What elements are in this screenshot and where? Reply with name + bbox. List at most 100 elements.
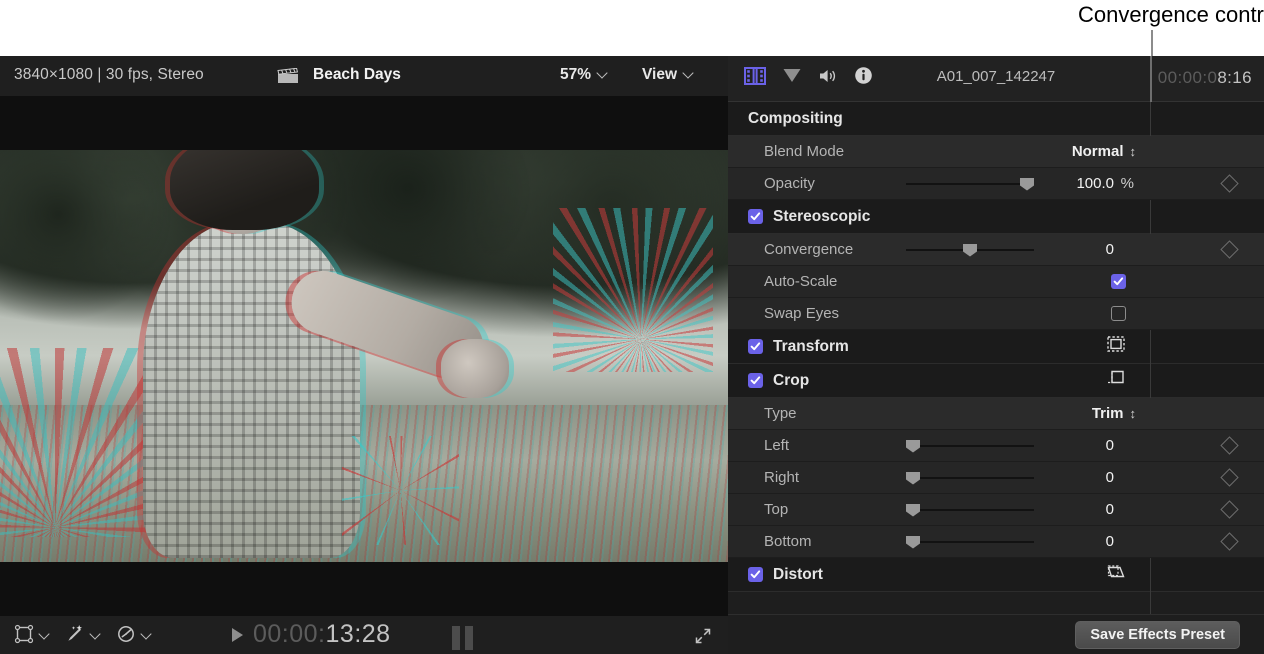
- crop-top-label: Top: [764, 501, 788, 518]
- chevron-down-icon: [91, 630, 100, 639]
- keyframe-diamond-icon[interactable]: [1220, 174, 1238, 192]
- row-crop-right[interactable]: Right 0: [728, 462, 1264, 494]
- row-opacity[interactable]: Opacity 100.0 %: [728, 168, 1264, 200]
- slider-thumb[interactable]: [906, 536, 920, 549]
- transform-frame-icon[interactable]: [1106, 335, 1126, 358]
- slider-thumb[interactable]: [906, 472, 920, 485]
- section-header-transform[interactable]: Transform: [728, 330, 1264, 364]
- keyframe-diamond-icon[interactable]: [1220, 500, 1238, 518]
- section-title-distort: Distort: [773, 566, 823, 584]
- play-icon[interactable]: [232, 628, 243, 642]
- inspector-body: Compositing Blend Mode Normal ↕ Opacity: [728, 102, 1264, 654]
- callout-label: Convergence control: [1078, 0, 1264, 30]
- keyframe-diamond-icon[interactable]: [1220, 468, 1238, 486]
- timecode-value: 13:28: [326, 620, 391, 648]
- timecode-leading-zeros: 00:00:: [253, 620, 326, 648]
- duration-value: 8:16: [1217, 68, 1252, 87]
- crop-type-value: Trim: [1092, 405, 1124, 422]
- slider-thumb[interactable]: [906, 504, 920, 517]
- opacity-label: Opacity: [764, 175, 815, 192]
- row-crop-left[interactable]: Left 0: [728, 430, 1264, 462]
- viewer-canvas[interactable]: [0, 96, 728, 616]
- auto-scale-label: Auto-Scale: [764, 273, 837, 290]
- section-title-transform: Transform: [773, 338, 849, 356]
- crop-left-slider[interactable]: [906, 439, 1034, 453]
- row-crop-top[interactable]: Top 0: [728, 494, 1264, 526]
- transform-tool-menu[interactable]: [14, 624, 49, 649]
- section-header-stereoscopic[interactable]: Stereoscopic: [728, 200, 1264, 234]
- zoom-level-label: 57%: [560, 66, 591, 84]
- updown-chevron-icon: ↕: [1130, 406, 1137, 421]
- viewer-toolbar-bottom: 00:00:13:28: [0, 616, 728, 654]
- opacity-slider[interactable]: [906, 177, 1034, 191]
- crop-type-label: Type: [764, 405, 797, 422]
- keyframe-diamond-icon[interactable]: [1220, 240, 1238, 258]
- auto-scale-checkbox[interactable]: [1111, 274, 1126, 289]
- swap-eyes-label: Swap Eyes: [764, 305, 839, 322]
- crop-bottom-value[interactable]: 0: [1034, 533, 1114, 550]
- opacity-value[interactable]: 100.0: [1034, 175, 1114, 192]
- crop-right-slider[interactable]: [906, 471, 1034, 485]
- crop-type-popup[interactable]: Trim ↕: [1092, 405, 1136, 422]
- retime-tool-menu[interactable]: [116, 624, 151, 649]
- view-menu[interactable]: View: [642, 66, 693, 84]
- transform-checkbox[interactable]: [748, 339, 763, 354]
- row-crop-type[interactable]: Type Trim ↕: [728, 398, 1264, 430]
- slider-thumb[interactable]: [963, 244, 977, 257]
- inspector-header: A01_007_142247 00:00:08:16: [728, 56, 1264, 102]
- row-swap-eyes[interactable]: Swap Eyes: [728, 298, 1264, 330]
- crop-top-value[interactable]: 0: [1034, 501, 1114, 518]
- video-frame-anaglyph: [0, 150, 728, 562]
- playhead-timecode[interactable]: 00:00:13:28: [232, 620, 391, 649]
- swap-eyes-checkbox[interactable]: [1111, 306, 1126, 321]
- chevron-down-icon: [142, 630, 151, 639]
- row-convergence[interactable]: Convergence 0: [728, 234, 1264, 266]
- crop-right-label: Right: [764, 469, 799, 486]
- section-header-distort[interactable]: Distort: [728, 558, 1264, 592]
- blend-mode-popup[interactable]: Normal ↕: [1072, 143, 1136, 160]
- speedometer-icon: [116, 624, 136, 649]
- keyframe-diamond-icon[interactable]: [1220, 532, 1238, 550]
- clip-duration: 00:00:08:16: [1158, 68, 1252, 88]
- crop-bottom-slider[interactable]: [906, 535, 1034, 549]
- chevron-down-icon: [598, 69, 607, 78]
- crop-top-slider[interactable]: [906, 503, 1034, 517]
- stereoscopic-checkbox[interactable]: [748, 209, 763, 224]
- header-divider: [1150, 56, 1152, 102]
- slider-thumb[interactable]: [906, 440, 920, 453]
- save-effects-preset-button[interactable]: Save Effects Preset: [1075, 621, 1240, 649]
- slider-thumb[interactable]: [1020, 178, 1034, 191]
- section-header-crop[interactable]: Crop: [728, 364, 1264, 398]
- magic-wand-icon: [65, 624, 85, 649]
- slider-track: [906, 183, 1034, 185]
- page-root: Convergence control 3840×1080 | 30 fps, …: [0, 0, 1264, 654]
- crop-bottom-label: Bottom: [764, 533, 812, 550]
- crop-right-value[interactable]: 0: [1034, 469, 1114, 486]
- duration-leading-zeros: 00:00:0: [1158, 68, 1218, 87]
- convergence-value[interactable]: 0: [1034, 241, 1114, 258]
- keyframe-diamond-icon[interactable]: [1220, 436, 1238, 454]
- row-crop-bottom[interactable]: Bottom 0: [728, 526, 1264, 558]
- crop-left-value[interactable]: 0: [1034, 437, 1114, 454]
- convergence-slider[interactable]: [906, 243, 1034, 257]
- row-blend-mode[interactable]: Blend Mode Normal ↕: [728, 136, 1264, 168]
- view-menu-label: View: [642, 66, 677, 84]
- row-auto-scale[interactable]: Auto-Scale: [728, 266, 1264, 298]
- opacity-unit: %: [1121, 175, 1134, 192]
- updown-chevron-icon: ↕: [1130, 144, 1137, 159]
- crop-frame-icon[interactable]: [1106, 369, 1126, 392]
- clapperboard-icon: [277, 68, 299, 84]
- expand-icon[interactable]: [694, 627, 712, 650]
- viewer-resolution-info: 3840×1080 | 30 fps, Stereo: [14, 66, 204, 84]
- distort-frame-icon[interactable]: [1106, 563, 1126, 586]
- crop-checkbox[interactable]: [748, 373, 763, 388]
- convergence-label: Convergence: [764, 241, 853, 258]
- preset-bar: Save Effects Preset: [728, 614, 1264, 654]
- viewer-pane: 3840×1080 | 30 fps, Stereo Beach Days 57…: [0, 56, 728, 654]
- blend-mode-label: Blend Mode: [764, 143, 844, 160]
- zoom-level-menu[interactable]: 57%: [560, 66, 607, 84]
- section-title-compositing: Compositing: [748, 110, 843, 128]
- distort-checkbox[interactable]: [748, 567, 763, 582]
- section-header-compositing[interactable]: Compositing: [728, 102, 1264, 136]
- enhancement-tool-menu[interactable]: [65, 624, 100, 649]
